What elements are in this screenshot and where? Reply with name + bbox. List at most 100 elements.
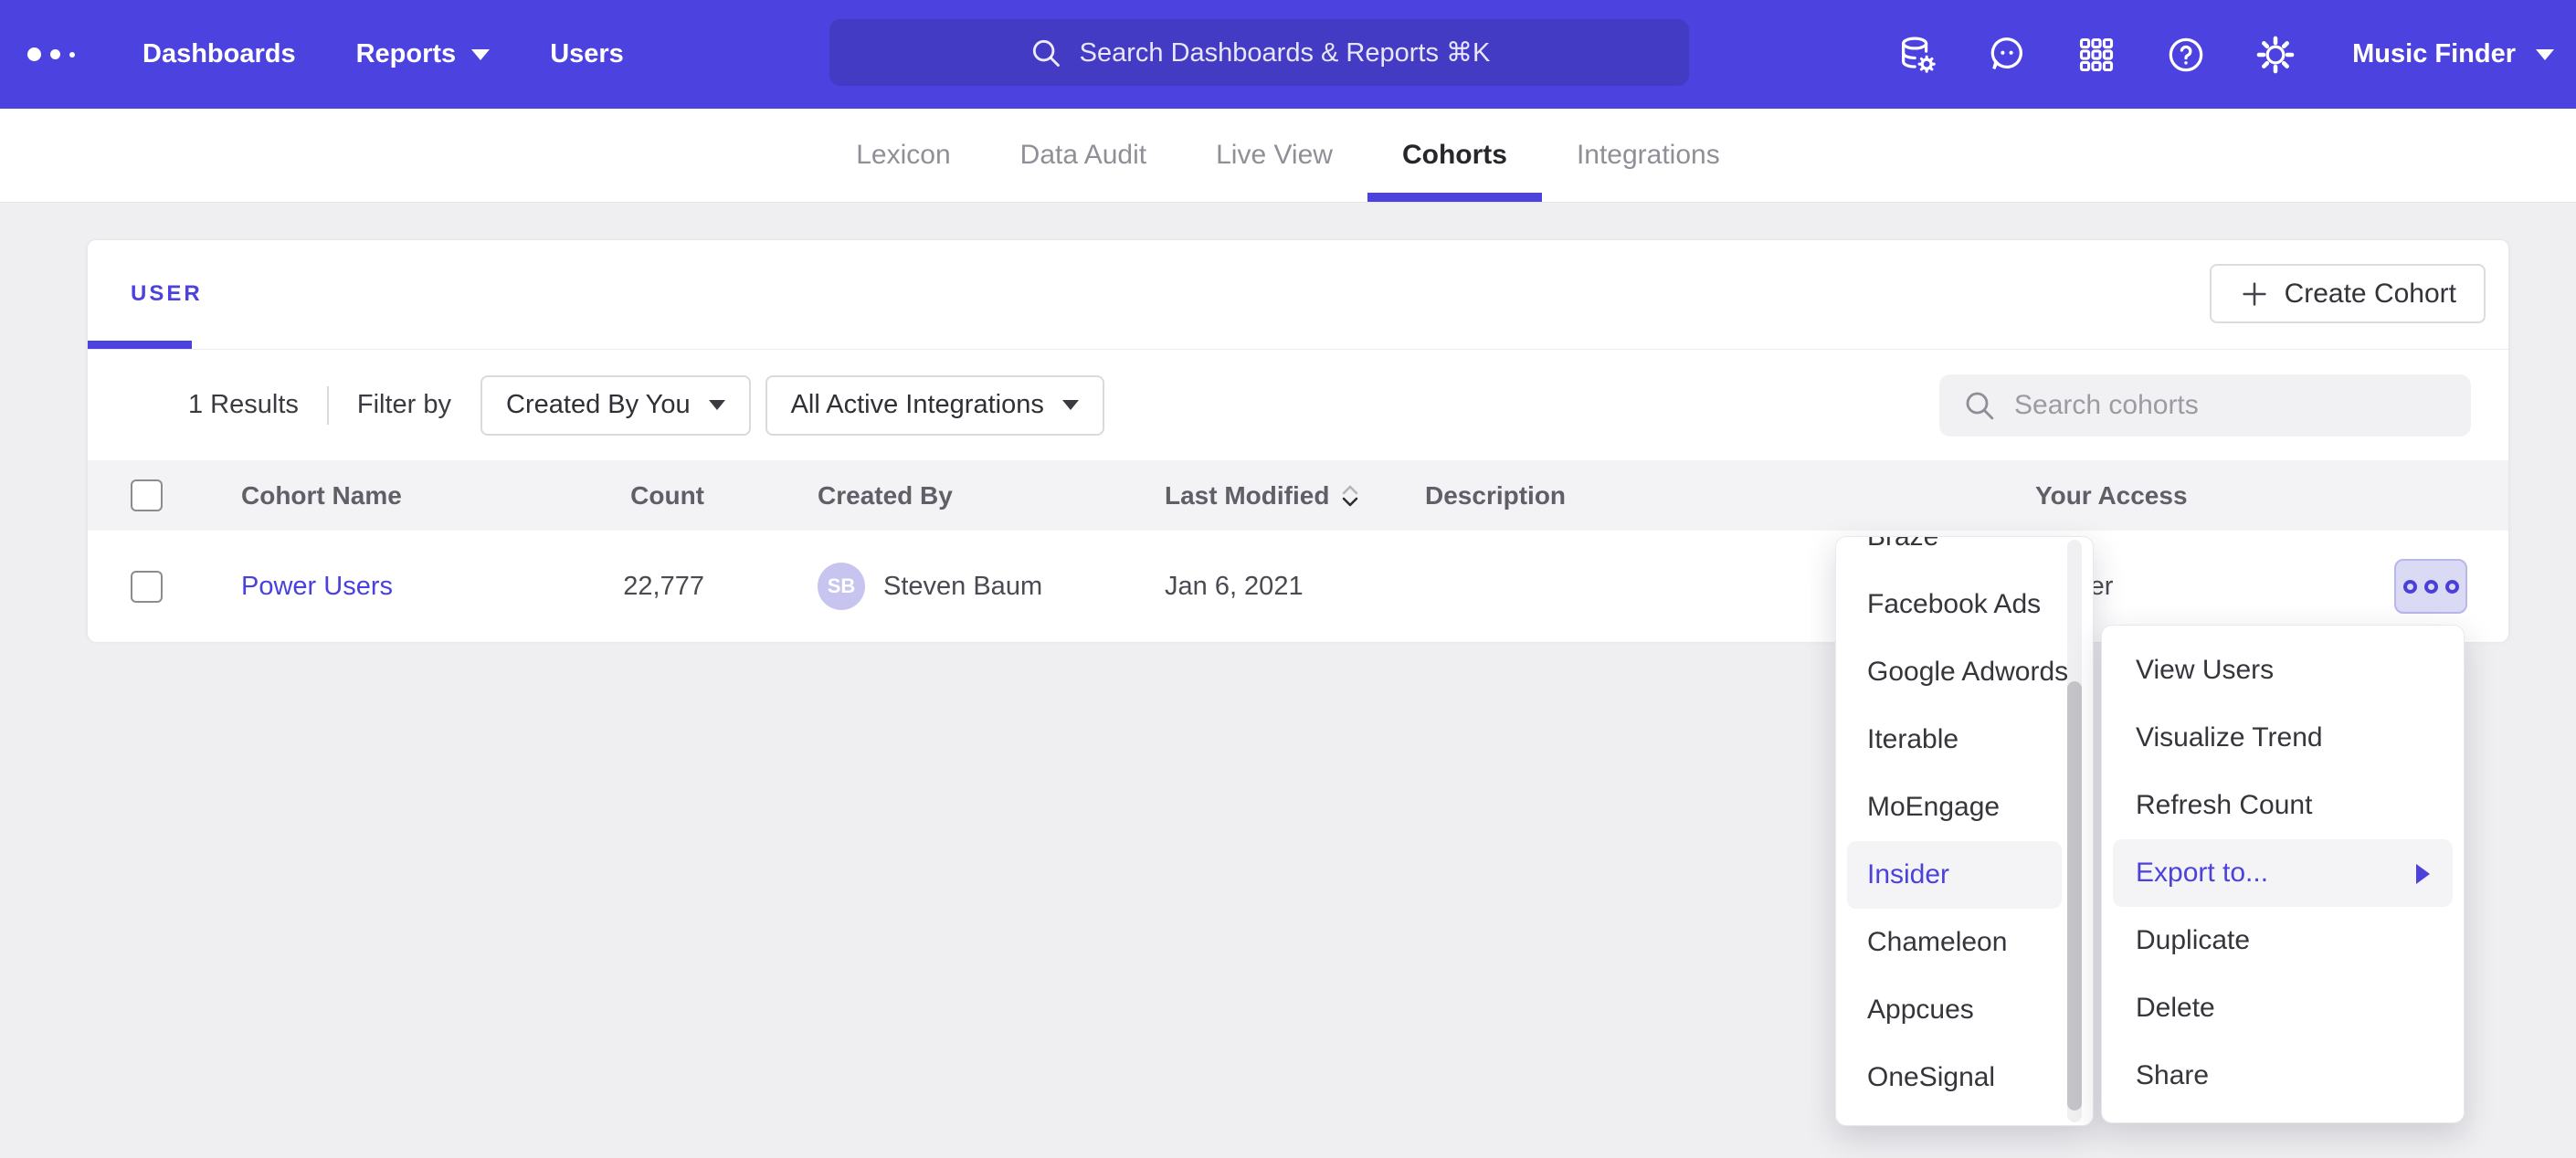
search-icon — [1029, 36, 1063, 70]
chevron-down-icon — [471, 49, 490, 60]
cohorts-card: USER Create Cohort 1 Results Filter by C… — [87, 239, 2509, 641]
nav-item-label: Dashboards — [143, 39, 296, 69]
sort-icon — [1340, 483, 1360, 509]
export-targets-menu: Braze Facebook Ads Google Adwords Iterab… — [1835, 536, 2094, 1126]
search-cohorts-input[interactable]: Search cohorts — [1939, 374, 2471, 437]
global-search-placeholder: Search Dashboards & Reports ⌘K — [1080, 37, 1491, 68]
menu-item-facebook-ads[interactable]: Facebook Ads — [1847, 571, 2062, 638]
tab-user-cohorts[interactable]: USER — [131, 281, 203, 307]
search-cohorts-placeholder: Search cohorts — [2014, 390, 2199, 421]
filter-label: Created By You — [506, 390, 691, 420]
feedback-icon[interactable] — [1985, 33, 2029, 77]
create-cohort-button[interactable]: Create Cohort — [2210, 264, 2486, 323]
tab-label: Integrations — [1577, 140, 1720, 171]
select-all-checkbox[interactable] — [131, 479, 163, 511]
nav-item-label: Users — [550, 39, 624, 69]
created-by-name: Steven Baum — [883, 572, 1042, 602]
tab-label: Cohorts — [1402, 140, 1507, 171]
section-tabs: Lexicon Data Audit Live View Cohorts Int… — [0, 109, 2576, 203]
data-management-icon[interactable] — [1895, 33, 1939, 77]
nav-item-dashboards[interactable]: Dashboards — [143, 39, 296, 69]
settings-icon[interactable] — [2254, 33, 2297, 77]
dot-icon — [2445, 580, 2459, 594]
top-navbar: Dashboards Reports Users Search Dashboar… — [0, 0, 2576, 109]
logo-dot-medium — [50, 49, 60, 59]
divider — [327, 386, 329, 425]
cohort-count: 22,777 — [622, 572, 704, 602]
menu-item-delete[interactable]: Delete — [2113, 974, 2453, 1042]
menu-item-label: Export to... — [2136, 858, 2268, 888]
tab-label: Lexicon — [856, 140, 950, 171]
tab-lexicon[interactable]: Lexicon — [821, 109, 985, 202]
cohort-name-link[interactable]: Power Users — [241, 572, 393, 601]
active-tab-underline — [88, 341, 192, 349]
row-checkbox[interactable] — [131, 571, 163, 603]
scrollbar-thumb[interactable] — [2067, 681, 2082, 1111]
chevron-down-icon — [709, 400, 725, 410]
row-actions-list: View Users Visualize Trend Refresh Count… — [2102, 626, 2464, 1121]
menu-item-insider[interactable]: Insider — [1847, 841, 2062, 909]
created-by-filter-dropdown[interactable]: Created By You — [480, 375, 751, 436]
help-icon[interactable] — [2164, 33, 2208, 77]
plus-icon — [2239, 279, 2270, 310]
logo-dot-large — [27, 47, 41, 61]
global-search-input[interactable]: Search Dashboards & Reports ⌘K — [829, 19, 1689, 86]
menu-item-duplicate[interactable]: Duplicate — [2113, 907, 2453, 974]
menu-item-moengage[interactable]: MoEngage — [1847, 774, 2062, 841]
filter-label: All Active Integrations — [791, 390, 1044, 420]
menu-item-appcues[interactable]: Appcues — [1847, 976, 2062, 1044]
menu-item-google-adwords[interactable]: Google Adwords — [1847, 638, 2062, 706]
last-modified-cell: Jan 6, 2021 — [1165, 572, 1425, 602]
col-header-label: Last Modified — [1165, 481, 1329, 511]
col-header-your-access[interactable]: Your Access — [2035, 481, 2339, 511]
avatar: SB — [818, 563, 865, 610]
brand-logo[interactable] — [27, 47, 128, 61]
menu-item-iterable[interactable]: Iterable — [1847, 706, 2062, 774]
menu-item-refresh-count[interactable]: Refresh Count — [2113, 772, 2453, 839]
project-name: Music Finder — [2352, 39, 2516, 69]
col-header-count[interactable]: Count — [622, 481, 704, 511]
dot-icon — [2403, 580, 2417, 594]
tab-integrations[interactable]: Integrations — [1542, 109, 1755, 202]
tab-label: Data Audit — [1020, 140, 1146, 171]
export-targets-list: Braze Facebook Ads Google Adwords Iterab… — [1836, 536, 2093, 1111]
row-actions-menu: View Users Visualize Trend Refresh Count… — [2101, 625, 2465, 1123]
dot-icon — [2424, 580, 2438, 594]
menu-item-visualize-trend[interactable]: Visualize Trend — [2113, 704, 2453, 772]
table-header-row: Cohort Name Count Created By Last Modifi… — [88, 460, 2508, 531]
card-header: USER Create Cohort — [88, 240, 2508, 350]
filter-by-label: Filter by — [357, 390, 451, 420]
tab-live-view[interactable]: Live View — [1181, 109, 1367, 202]
menu-item-chameleon[interactable]: Chameleon — [1847, 909, 2062, 976]
tab-label: Live View — [1216, 140, 1333, 171]
menu-item-export-to[interactable]: Export to... — [2113, 839, 2453, 907]
chevron-down-icon — [1062, 400, 1079, 410]
submenu-arrow-icon — [2416, 864, 2430, 884]
results-count: 1 Results — [188, 390, 299, 420]
col-header-created-by[interactable]: Created By — [818, 481, 1165, 511]
create-cohort-label: Create Cohort — [2285, 279, 2456, 310]
integrations-filter-dropdown[interactable]: All Active Integrations — [765, 375, 1104, 436]
menu-item-onesignal[interactable]: OneSignal — [1847, 1044, 2062, 1111]
col-header-cohort-name[interactable]: Cohort Name — [241, 481, 622, 511]
chevron-down-icon — [2536, 49, 2554, 60]
tab-cohorts[interactable]: Cohorts — [1367, 109, 1542, 202]
created-by-cell: SB Steven Baum — [818, 563, 1165, 610]
primary-nav: Dashboards Reports Users — [143, 39, 624, 69]
filter-toolbar: 1 Results Filter by Created By You All A… — [88, 350, 2508, 460]
menu-item-braze[interactable]: Braze — [1847, 536, 2062, 571]
nav-item-reports[interactable]: Reports — [356, 39, 491, 69]
menu-item-share[interactable]: Share — [2113, 1042, 2453, 1110]
logo-dot-small — [69, 52, 75, 58]
navbar-right-cluster: Music Finder — [1895, 0, 2554, 109]
menu-item-view-users[interactable]: View Users — [2113, 637, 2453, 704]
project-switcher[interactable]: Music Finder — [2352, 39, 2554, 69]
row-actions-button[interactable] — [2394, 559, 2467, 614]
col-header-description[interactable]: Description — [1425, 481, 2035, 511]
col-header-last-modified[interactable]: Last Modified — [1165, 481, 1425, 511]
apps-grid-icon[interactable] — [2075, 33, 2118, 77]
search-icon — [1961, 387, 1998, 424]
nav-item-users[interactable]: Users — [550, 39, 624, 69]
nav-item-label: Reports — [356, 39, 457, 69]
tab-data-audit[interactable]: Data Audit — [986, 109, 1181, 202]
